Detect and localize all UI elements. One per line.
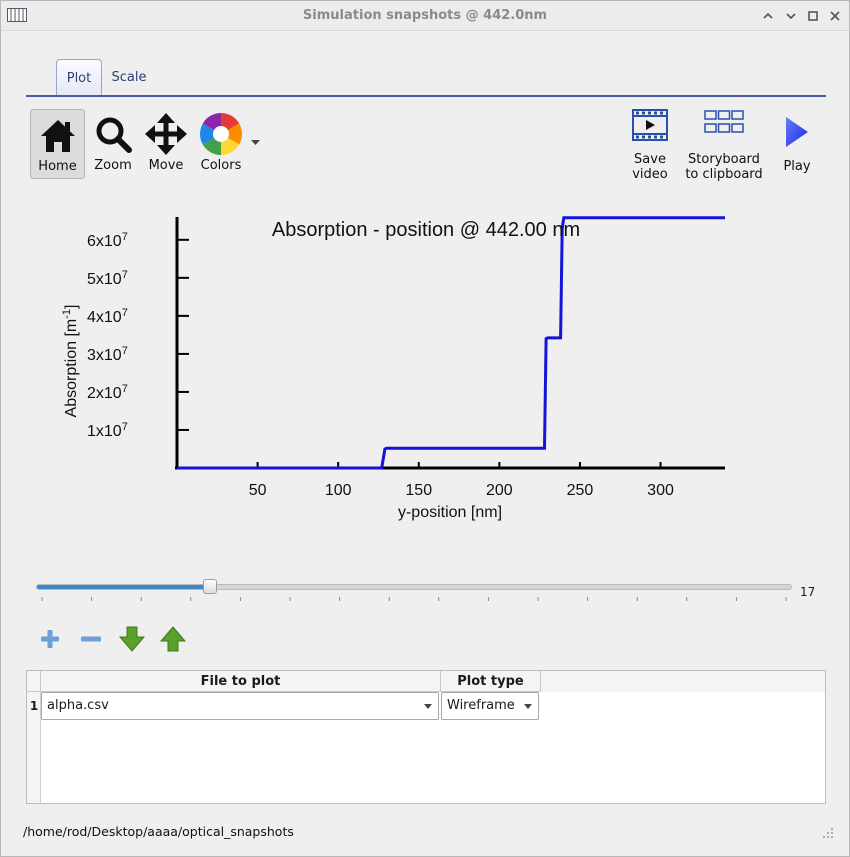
file-select[interactable]: alpha.csv — [41, 692, 439, 720]
chevron-down-icon — [424, 704, 432, 709]
plot-type-select[interactable]: Wireframe — [441, 692, 539, 720]
x-tick-label: 250 — [567, 482, 594, 499]
home-button[interactable]: Home — [30, 109, 85, 179]
play-label: Play — [783, 159, 811, 174]
storyboard-label: Storyboard to clipboard — [685, 152, 763, 182]
slider-fill — [37, 585, 211, 589]
y-axis-label: Absorption [m-1] — [61, 305, 80, 418]
file-select-value: alpha.csv — [47, 698, 109, 713]
zoom-button[interactable]: Zoom — [89, 109, 137, 179]
slider-handle[interactable] — [202, 579, 217, 594]
zoom-label: Zoom — [94, 158, 132, 173]
absorption-plot: 1x107 2x107 3x107 4x107 5x107 6x107 50 100 150 2… — [61, 216, 725, 521]
plot-type-value: Wireframe — [447, 698, 515, 713]
move-down-icon[interactable] — [118, 625, 146, 653]
main-window: Simulation snapshots @ 442.0nm Plot Scal… — [0, 0, 850, 857]
corner-header — [27, 671, 41, 692]
resize-grip-icon[interactable] — [823, 828, 833, 838]
x-tick-label: 100 — [325, 482, 352, 499]
magnifier-icon — [96, 117, 132, 153]
add-row-icon[interactable] — [36, 625, 64, 653]
shade-window-icon[interactable] — [759, 7, 777, 25]
move-arrows-icon — [145, 113, 187, 155]
x-tick-label: 50 — [249, 482, 267, 499]
x-tick-label: 300 — [647, 482, 674, 499]
play-button[interactable]: Play — [775, 107, 819, 183]
chevron-down-icon — [524, 704, 532, 709]
storyboard-icon — [704, 110, 744, 133]
colors-button[interactable]: Colors — [195, 109, 261, 179]
y-axis-ticks: 1x107 2x107 3x107 4x107 5x107 6x107 — [87, 231, 189, 440]
row-number[interactable]: 1 — [27, 692, 41, 721]
maximize-window-icon[interactable] — [804, 7, 822, 25]
slider-value: 17 — [800, 585, 816, 599]
storyboard-to-clipboard-button[interactable]: Storyboard to clipboard — [681, 107, 767, 183]
remove-row-icon[interactable] — [77, 625, 105, 653]
column-header-file[interactable]: File to plot — [41, 671, 441, 692]
row-header-column: 1 — [27, 692, 41, 803]
y-tick-label: 6x107 — [87, 231, 128, 250]
move-label: Move — [148, 158, 184, 173]
colors-dropdown-icon[interactable] — [251, 140, 260, 146]
absorption-series-line — [177, 216, 725, 470]
home-label: Home — [38, 159, 77, 174]
y-tick-label: 5x107 — [87, 269, 128, 288]
y-tick-label: 1x107 — [87, 421, 128, 440]
save-video-button[interactable]: Save video — [623, 107, 677, 183]
slider-ticks — [41, 597, 787, 601]
move-up-icon[interactable] — [159, 625, 187, 653]
save-video-label: Save video — [632, 152, 668, 182]
tab-plot[interactable]: Plot — [56, 59, 102, 96]
x-tick-label: 150 — [405, 482, 432, 499]
y-tick-label: 2x107 — [87, 383, 128, 402]
y-tick-label: 4x107 — [87, 307, 128, 326]
status-path: /home/rod/Desktop/aaaa/optical_snapshots — [23, 824, 294, 839]
frame-slider[interactable] — [36, 584, 792, 590]
plot-title: Absorption - position @ 442.00 nm — [272, 219, 580, 241]
film-icon — [632, 109, 668, 141]
tab-divider — [26, 95, 826, 97]
table-header: File to plot Plot type — [27, 671, 825, 692]
colors-label: Colors — [200, 158, 242, 173]
x-axis-label: y-position [nm] — [398, 504, 502, 521]
window-title: Simulation snapshots @ 442.0nm — [302, 8, 548, 23]
minimize-window-icon[interactable] — [782, 7, 800, 25]
x-tick-label: 200 — [486, 482, 513, 499]
close-window-icon[interactable] — [826, 7, 844, 25]
color-wheel-icon — [199, 112, 243, 155]
plot-files-table: File to plot Plot type 1 alpha.csv Wiref… — [26, 670, 826, 804]
column-header-plot-type[interactable]: Plot type — [441, 671, 541, 692]
home-icon — [40, 120, 75, 152]
title-bar: Simulation snapshots @ 442.0nm — [1, 1, 849, 31]
play-icon — [786, 117, 808, 147]
move-button[interactable]: Move — [141, 109, 191, 179]
y-tick-label: 3x107 — [87, 345, 128, 364]
tab-scale[interactable]: Scale — [103, 59, 155, 96]
